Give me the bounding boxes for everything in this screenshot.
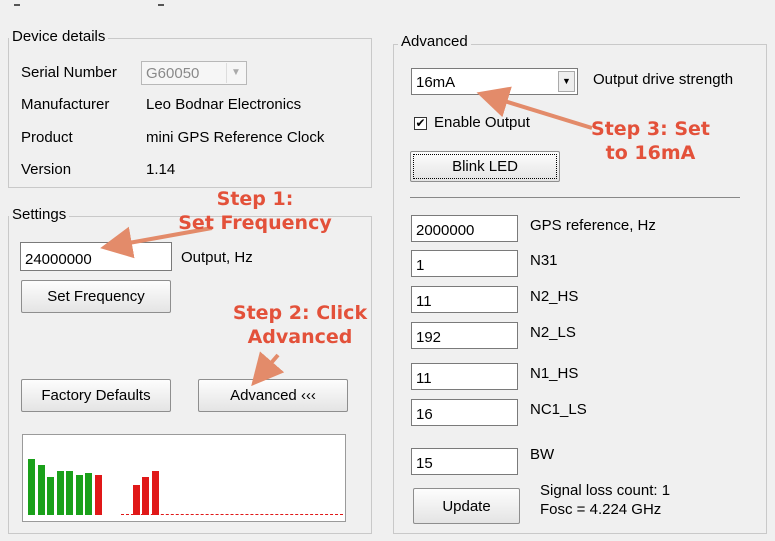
version-value: 1.14 <box>146 161 176 178</box>
signal-bar <box>142 477 149 515</box>
drive-strength-value: 16mA <box>416 74 456 91</box>
enable-output-label: Enable Output <box>434 114 530 131</box>
gps-reference-input[interactable]: 2000000 <box>411 215 518 242</box>
settings-title: Settings <box>9 206 70 223</box>
drive-strength-select[interactable]: 16mA ▼ <box>411 68 578 95</box>
signal-bar <box>28 459 35 515</box>
signal-bars <box>28 435 178 515</box>
step2-line1: Step 2: Click <box>232 302 368 324</box>
version-label: Version <box>21 161 72 178</box>
factory-defaults-button[interactable]: Factory Defaults <box>21 379 171 412</box>
chevron-down-icon: ▼ <box>226 63 245 83</box>
n1-hs-input[interactable]: 11 <box>411 363 518 390</box>
n1-hs-label: N1_HS <box>530 365 579 382</box>
blink-led-button[interactable]: Blink LED <box>410 151 560 182</box>
nc1-ls-input[interactable]: 16 <box>411 399 518 426</box>
signal-bar <box>75 475 83 515</box>
step2-annotation: Step 2: Click Advanced <box>225 301 375 349</box>
device-details-title: Device details <box>9 28 109 45</box>
product-label: Product <box>21 129 73 146</box>
gps-reference-label: GPS reference, Hz <box>530 217 656 234</box>
product-value: mini GPS Reference Clock <box>146 129 325 146</box>
chevron-down-icon: ▼ <box>558 71 575 92</box>
step1-annotation: Step 1: Set Frequency <box>175 187 335 235</box>
signal-bar <box>132 485 140 515</box>
fosc-value: Fosc = 4.224 GHz <box>540 501 662 518</box>
n31-label: N31 <box>530 252 558 269</box>
signal-strength-graph <box>22 434 346 522</box>
step1-line2: Set Frequency <box>178 212 332 234</box>
signal-bar <box>47 477 54 515</box>
n31-input[interactable]: 1 <box>411 250 518 277</box>
n2-ls-input[interactable]: 192 <box>411 322 518 349</box>
step2-line2: Advanced <box>247 326 353 348</box>
signal-bar <box>56 471 64 515</box>
signal-loss-count: Signal loss count: 1 <box>540 482 671 499</box>
window-edge-marks <box>158 4 164 6</box>
manufacturer-label: Manufacturer <box>21 96 110 113</box>
signal-bar <box>94 475 102 515</box>
serial-number-select[interactable]: G60050 ▼ <box>141 61 247 85</box>
advanced-title: Advanced <box>398 33 471 50</box>
bw-input[interactable]: 15 <box>411 448 518 475</box>
n2-ls-label: N2_LS <box>530 324 576 341</box>
signal-bar <box>85 473 92 515</box>
output-hz-label: Output, Hz <box>181 249 253 266</box>
update-button[interactable]: Update <box>413 488 520 524</box>
nc1-ls-label: NC1_LS <box>530 401 587 418</box>
serial-number-value: G60050 <box>146 65 200 82</box>
enable-output-checkbox[interactable]: ✔ <box>414 117 427 130</box>
step3-line1: Step 3: Set <box>591 118 710 140</box>
signal-bar <box>66 471 73 515</box>
step3-line2: to 16mA <box>605 142 696 164</box>
serial-number-label: Serial Number <box>21 64 117 81</box>
divider <box>410 197 740 198</box>
signal-bar <box>37 465 45 515</box>
manufacturer-value: Leo Bodnar Electronics <box>146 96 302 113</box>
drive-strength-label: Output drive strength <box>593 71 734 88</box>
n2-hs-input[interactable]: 11 <box>411 286 518 313</box>
advanced-button[interactable]: Advanced ‹‹‹ <box>198 379 348 412</box>
set-frequency-button[interactable]: Set Frequency <box>21 280 171 313</box>
bw-label: BW <box>530 446 555 463</box>
step1-line1: Step 1: <box>216 188 294 210</box>
window-edge-marks <box>14 4 20 6</box>
n2-hs-label: N2_HS <box>530 288 579 305</box>
signal-bar <box>151 471 159 515</box>
step3-annotation: Step 3: Set to 16mA <box>583 117 718 165</box>
frequency-input[interactable]: 24000000 <box>20 242 172 271</box>
